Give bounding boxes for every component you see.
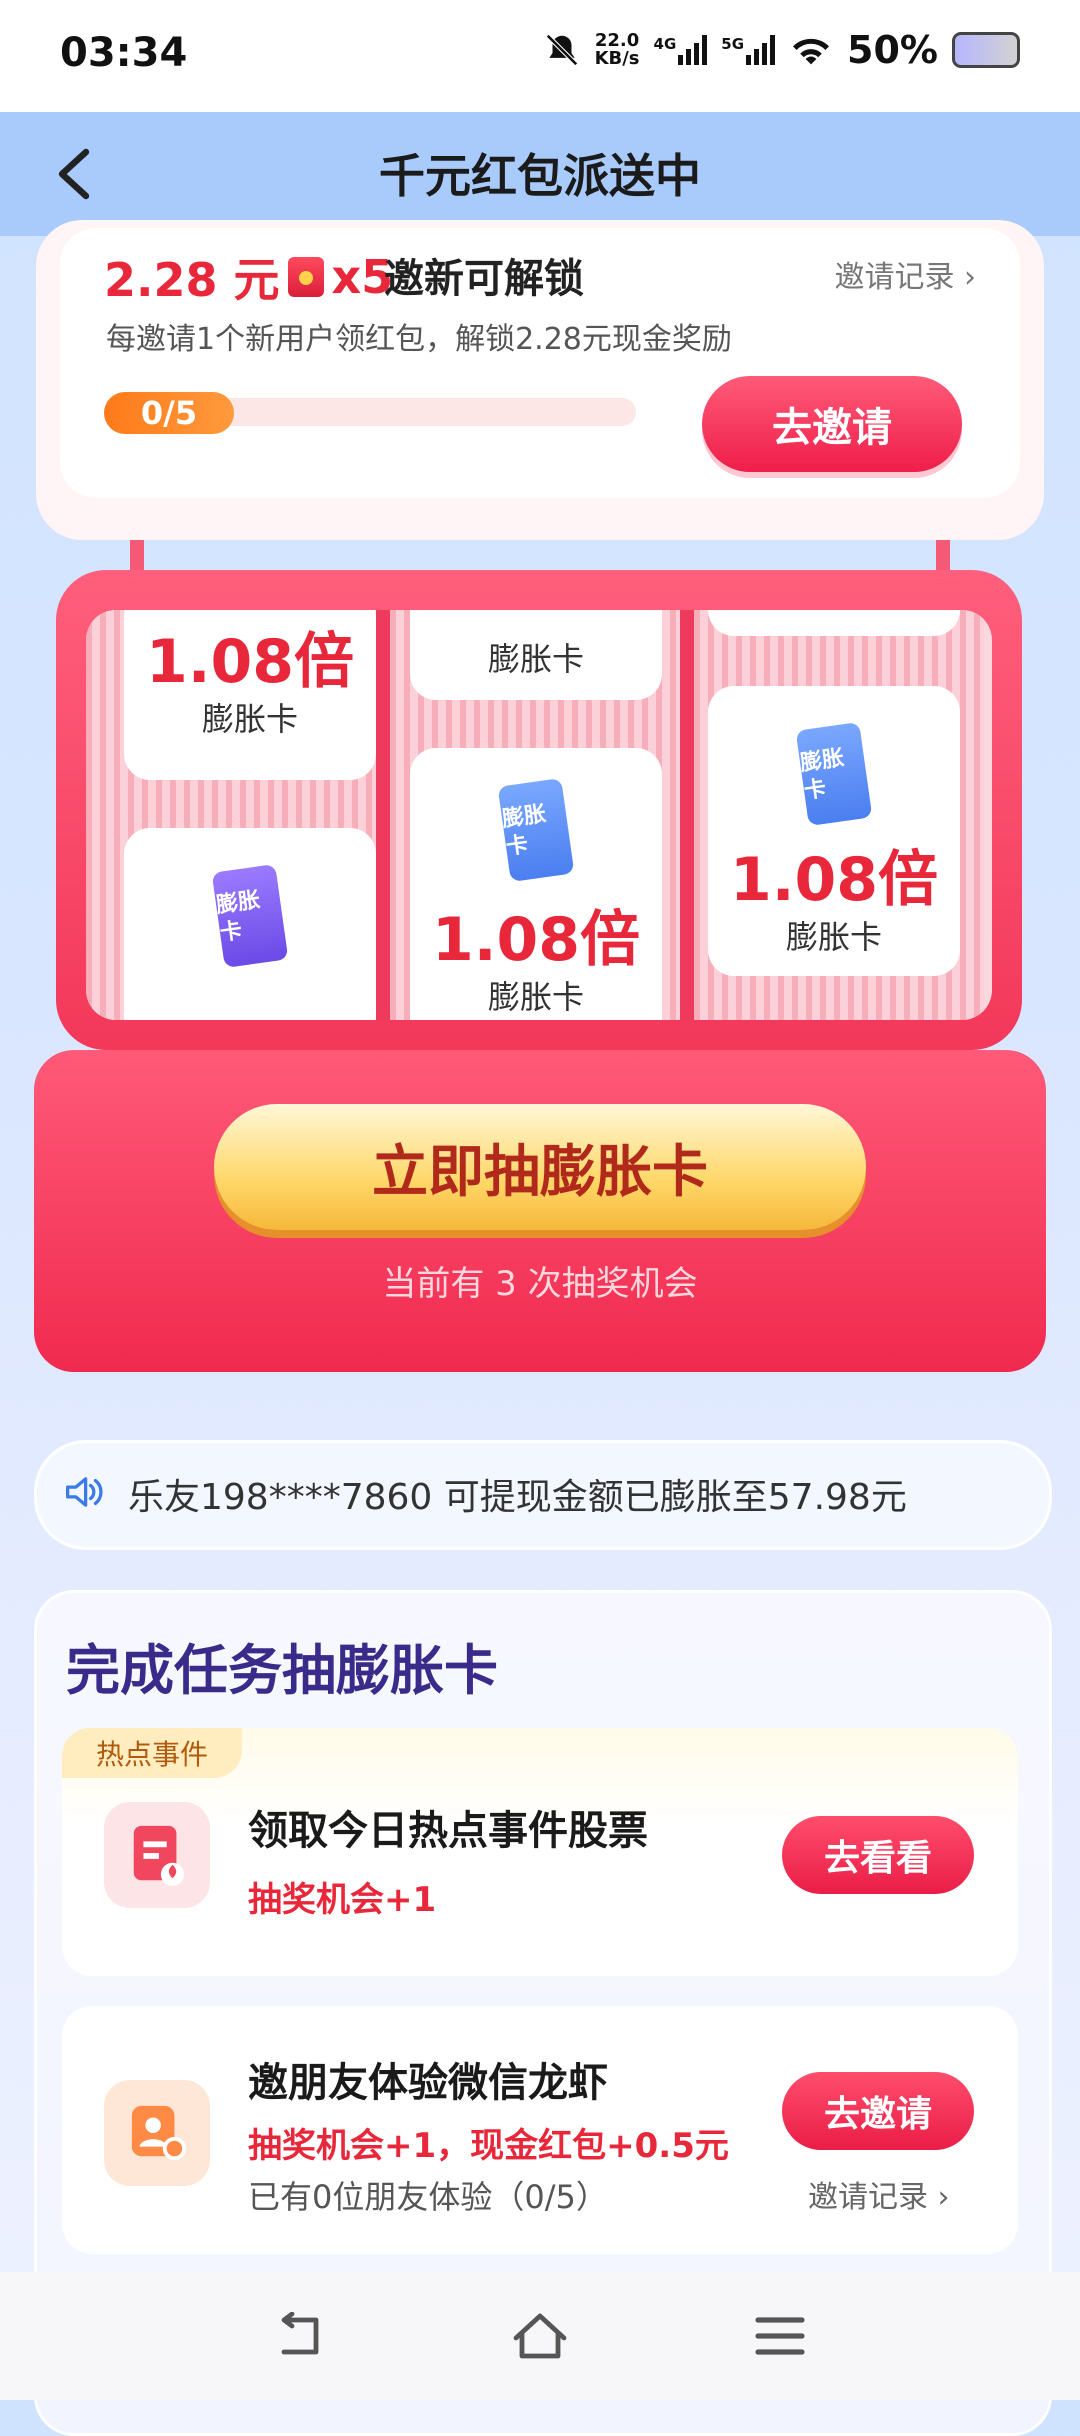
reel-divider	[680, 610, 694, 1020]
hot-event-tag: 热点事件	[62, 1728, 242, 1778]
machine-window: 1.08倍 膨胀卡 膨胀卡 膨胀卡 膨胀卡 1.08倍 膨胀卡 膨胀卡 1.08…	[86, 610, 992, 1020]
ticker-text: 乐友198****7860 可提现金额已膨胀至57.98元	[128, 1477, 907, 1518]
card-multiplier: 膨胀卡 1.08倍 膨胀卡	[410, 748, 662, 1020]
view-button[interactable]: 去看看	[782, 1816, 974, 1894]
invite-amount: 2.28 元 x5	[104, 250, 394, 307]
invite-record-link[interactable]: 邀请记录 ›	[834, 252, 976, 296]
home-nav-icon[interactable]	[510, 2310, 570, 2362]
task-name: 邀朋友体验微信龙虾	[248, 2060, 608, 2106]
reel-column-3: 膨胀卡 1.08倍 膨胀卡	[694, 610, 984, 1020]
expansion-card-icon: 膨胀卡	[497, 778, 575, 882]
net-speed: 22.0 KB/s	[594, 30, 640, 69]
status-icons: 22.0 KB/s 4G 5G 50%	[543, 28, 1020, 72]
expansion-card-icon: 膨胀卡	[795, 722, 873, 826]
invite-friend-icon	[104, 2080, 210, 2186]
signal-5g-icon: 5G	[721, 35, 776, 65]
task-reward: 抽奖机会+1	[248, 1880, 437, 1920]
tasks-title: 完成任务抽膨胀卡	[66, 1639, 498, 1702]
page-title: 千元红包派送中	[379, 149, 701, 203]
card-multiplier: 膨胀卡 1.08倍 膨胀卡	[708, 686, 960, 976]
menu-nav-icon[interactable]	[754, 2314, 806, 2358]
reel-column-1: 1.08倍 膨胀卡 膨胀卡	[86, 610, 376, 1020]
battery-percent: 50%	[847, 28, 938, 72]
card-multiplier: 1.08倍 膨胀卡	[124, 610, 376, 780]
mute-bell-icon	[545, 34, 578, 66]
battery-icon	[952, 32, 1020, 68]
reel-divider	[376, 610, 390, 1020]
reel-column-2: 膨胀卡 膨胀卡 1.08倍 膨胀卡	[390, 610, 680, 1020]
unlock-label: 邀新可解锁	[384, 256, 584, 302]
invite-description: 每邀请1个新用户领红包，解锁2.28元现金奖励	[106, 322, 732, 357]
invite-button[interactable]: 去邀请	[702, 376, 962, 472]
document-fire-icon	[104, 1802, 210, 1908]
chances-remaining: 当前有 3 次抽奖机会	[382, 1264, 698, 1304]
clock: 03:34	[60, 30, 188, 76]
card-partial	[708, 610, 960, 636]
wifi-icon	[793, 38, 830, 65]
invite-friend-button[interactable]: 去邀请	[782, 2072, 974, 2150]
invite-record-link[interactable]: 邀请记录 ›	[808, 2172, 950, 2216]
expansion-card-icon: 膨胀卡	[211, 864, 289, 968]
draw-card-button[interactable]: 立即抽膨胀卡	[214, 1104, 866, 1230]
red-envelope-icon	[287, 257, 324, 297]
task-name: 领取今日热点事件股票	[248, 1808, 648, 1854]
card-icon: 膨胀卡	[124, 828, 376, 1020]
progress-indicator: 0/5	[104, 392, 234, 434]
task-reward: 抽奖机会+1，现金红包+0.5元	[248, 2126, 729, 2166]
back-nav-icon[interactable]	[272, 2312, 328, 2360]
signal-4g-icon: 4G	[654, 35, 708, 65]
speaker-icon	[65, 1477, 103, 1507]
card-label: 膨胀卡	[410, 610, 662, 700]
task-progress-note: 已有0位朋友体验（0/5）	[248, 2178, 608, 2216]
